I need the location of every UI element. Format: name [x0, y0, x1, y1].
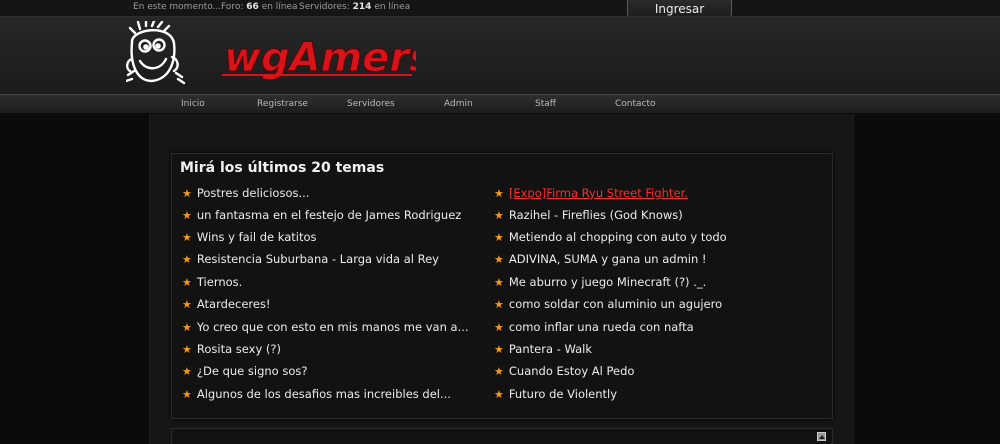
top-status-bar: En este momento... Foro: 66 en línea Ser…	[0, 0, 1000, 16]
topic-link[interactable]: ★ Metiendo al chopping con auto y todo	[494, 230, 727, 245]
star-icon: ★	[494, 187, 504, 200]
star-icon: ★	[494, 253, 504, 266]
star-icon: ★	[182, 343, 192, 356]
topic-link[interactable]: ★ Postres deliciosos...	[182, 186, 309, 201]
topic-link[interactable]: ★ Rosita sexy (?)	[182, 342, 281, 357]
main-nav: Inicio Registrarse Servidores Admin Staf…	[0, 94, 1000, 114]
star-icon: ★	[182, 187, 192, 200]
topic-link-highlighted[interactable]: ★ [Expo]Firma Ryu Street Fighter.	[494, 186, 688, 201]
topic-link[interactable]: ★ Razihel - Fireflies (God Knows)	[494, 208, 683, 223]
nav-servidores[interactable]: Servidores	[347, 99, 395, 109]
nav-inicio[interactable]: Inicio	[181, 99, 205, 109]
star-icon: ★	[494, 343, 504, 356]
topic-link[interactable]: ★ Resistencia Suburbana - Larga vida al R…	[182, 252, 439, 267]
star-icon: ★	[494, 276, 504, 289]
star-icon: ★	[182, 231, 192, 244]
forum-online-status: Foro: 66 en línea	[221, 2, 298, 12]
star-icon: ★	[494, 298, 504, 311]
topic-link[interactable]: ★ Futuro de Violently	[494, 387, 617, 402]
topic-link[interactable]: ★ Yo creo que con esto en mis manos me va…	[182, 320, 469, 335]
secondary-panel	[171, 428, 833, 444]
topic-link[interactable]: ★ Tiernos.	[182, 275, 242, 290]
site-header: wgAmers	[0, 16, 1000, 94]
status-now-label: En este momento...	[133, 2, 222, 12]
star-icon: ★	[182, 253, 192, 266]
topic-link[interactable]: ★ Me aburro y juego Minecraft (?) ._.	[494, 275, 706, 290]
star-icon: ★	[494, 321, 504, 334]
topic-link[interactable]: ★ como soldar con aluminio un agujero	[494, 297, 722, 312]
site-logo[interactable]: wgAmers	[126, 21, 416, 93]
nav-admin[interactable]: Admin	[444, 99, 473, 109]
star-icon: ★	[182, 365, 192, 378]
star-icon: ★	[182, 321, 192, 334]
panel-title: Mirá los últimos 20 temas	[180, 160, 385, 176]
nav-staff[interactable]: Staff	[535, 99, 556, 109]
topic-link[interactable]: ★ ADIVINA, SUMA y gana un admin !	[494, 252, 707, 267]
smiley-face-icon	[126, 21, 186, 85]
topic-link[interactable]: ★ como inflar una rueda con nafta	[494, 320, 694, 335]
topic-link[interactable]: ★ ¿De que signo sos?	[182, 364, 307, 379]
topic-link[interactable]: ★ Cuando Estoy Al Pedo	[494, 364, 634, 379]
star-icon: ★	[494, 388, 504, 401]
topic-link[interactable]: ★ un fantasma en el festejo de James Rodr…	[182, 208, 461, 223]
star-icon: ★	[494, 209, 504, 222]
topic-link[interactable]: ★ Atardeceres!	[182, 297, 271, 312]
star-icon: ★	[494, 365, 504, 378]
forum-online-count: 66	[246, 2, 259, 12]
latest-topics-panel: Mirá los últimos 20 temas ★ Postres delic…	[171, 153, 833, 419]
topic-link[interactable]: ★ Pantera - Walk	[494, 342, 592, 357]
scroll-up-icon[interactable]	[817, 432, 826, 441]
servers-online-status: Servidores: 214 en línea	[299, 2, 411, 12]
nav-registrarse[interactable]: Registrarse	[257, 99, 308, 109]
servers-online-count: 214	[352, 2, 372, 12]
topic-link[interactable]: ★ Algunos de los desafios mas increibles …	[182, 387, 451, 402]
star-icon: ★	[182, 209, 192, 222]
star-icon: ★	[182, 298, 192, 311]
star-icon: ★	[182, 388, 192, 401]
star-icon: ★	[494, 231, 504, 244]
nav-contacto[interactable]: Contacto	[615, 99, 656, 109]
topic-link[interactable]: ★ Wins y fail de katitos	[182, 230, 317, 245]
star-icon: ★	[182, 276, 192, 289]
